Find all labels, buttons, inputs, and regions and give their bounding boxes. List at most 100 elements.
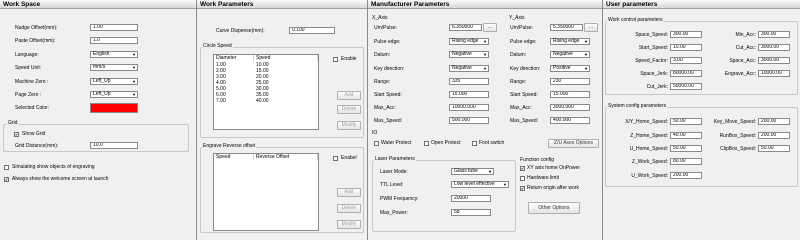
x-max-speed-input[interactable]: 500.000 (449, 117, 489, 124)
work-space-panel: Work Space Nudge Offset(mm): 1.00 Paste … (0, 0, 196, 240)
y-max-acc-input[interactable]: 3000.000 (550, 104, 590, 111)
y-datum-value: Negative (553, 51, 573, 57)
y-um-pulse-browse-button[interactable]: ... (584, 23, 598, 32)
work-control-title: Work control parameters (607, 17, 664, 23)
chevron-down-icon: ▼ (584, 52, 588, 57)
simulating-checkbox[interactable] (4, 165, 9, 170)
cut-acc-input[interactable]: 3000.00 (758, 44, 790, 51)
y-datum-label: Datum: (510, 52, 527, 58)
y-key-direction-select[interactable]: Positive ▼ (550, 65, 590, 72)
x-datum-value: Negative (452, 51, 472, 57)
work-parameters-panel: Work Parameters Curve Dispense(mm): 0.10… (197, 0, 367, 240)
pwm-frequency-input[interactable]: 20000 (451, 195, 491, 202)
engrave-enable-checkbox[interactable] (333, 156, 338, 161)
system-config-title: System config parameters (607, 103, 668, 109)
u-work-speed-input[interactable]: 200.00 (670, 172, 702, 179)
manufacturer-title: Manufacturer Parameters (368, 0, 602, 9)
x-key-direction-select[interactable]: Negative ▼ (449, 65, 489, 72)
open-protect-label: Open Protect (431, 140, 461, 146)
y-um-pulse-input[interactable]: 6.350000 (550, 24, 583, 31)
x-max-acc-label: Max_Acc: (374, 105, 396, 111)
ttl-level-value: Low level effective (454, 181, 495, 187)
runbox-speed-input[interactable]: 200.00 (758, 132, 790, 139)
x-datum-select[interactable]: Negative ▼ (449, 51, 489, 58)
xy-home-label: XY axis home OnPower (527, 165, 580, 171)
x-max-acc-input[interactable]: 10000.000 (449, 104, 489, 111)
engrave-add-button[interactable]: Add (337, 188, 361, 197)
y-start-speed-input[interactable]: 15.000 (550, 91, 590, 98)
engrave-reverse-table[interactable]: Speed Reverse Offset (213, 153, 319, 231)
paste-offset-label: Paste Offset(mm): (15, 38, 56, 44)
circle-speed-table[interactable]: Diameter Speed 1.00 10.00 2.00 15.00 3.00 2… (213, 54, 319, 130)
chevron-down-icon: ▼ (483, 66, 487, 71)
selected-color-label: Selected Color: (15, 105, 50, 111)
y-datum-select[interactable]: Negative ▼ (550, 51, 590, 58)
water-protect-checkbox[interactable] (374, 141, 379, 146)
space-speed-input[interactable]: 300.00 (670, 31, 702, 38)
clipbox-speed-input[interactable]: 50.00 (758, 145, 790, 152)
z-work-speed-input[interactable]: 80.00 (670, 158, 702, 165)
y-max-speed-input[interactable]: 400.000 (550, 117, 590, 124)
x-um-pulse-browse-button[interactable]: ... (483, 23, 497, 32)
y-pulse-edge-select[interactable]: Rising edge ▼ (550, 38, 590, 45)
x-um-pulse-input[interactable]: 6.350000 (449, 24, 482, 31)
xy-home-speed-input[interactable]: 50.00 (670, 118, 702, 125)
return-origin-checkbox[interactable]: ✔ (520, 186, 525, 191)
open-protect-checkbox[interactable] (424, 141, 429, 146)
foot-switch-checkbox[interactable] (472, 141, 477, 146)
engrave-modify-button[interactable]: Modify (337, 220, 361, 229)
language-select[interactable]: English ▼ (90, 51, 138, 58)
chevron-down-icon: ▼ (132, 52, 136, 57)
hardware-limit-checkbox[interactable] (520, 176, 525, 181)
chevron-down-icon: ▼ (503, 182, 507, 187)
runbox-speed-label: RunBox_Speed: (719, 133, 756, 139)
z-home-speed-input[interactable]: 40.00 (670, 132, 702, 139)
welcome-checkbox[interactable]: ✔ (4, 177, 9, 182)
page-zero-select[interactable]: Left_Up ▼ (90, 91, 138, 98)
chevron-down-icon: ▼ (483, 52, 487, 57)
other-options-button[interactable]: Other Options (528, 202, 580, 214)
space-jerk-input[interactable]: 80000.00 (670, 70, 702, 77)
speed-factor-input[interactable]: 3.00 (670, 57, 702, 64)
table-header[interactable]: Reverse Offset (254, 154, 318, 160)
min-acc-input[interactable]: 300.00 (758, 31, 790, 38)
laser-mode-select[interactable]: Glass tube ▼ (451, 168, 494, 175)
table-header[interactable]: Speed (254, 55, 318, 61)
cut-jerk-label: Cut_Jerk: (646, 84, 668, 90)
max-power-input[interactable]: 58 (451, 209, 491, 216)
cut-jerk-input[interactable]: 50000.00 (670, 83, 702, 90)
y-range-input[interactable]: 230 (550, 78, 590, 85)
paste-offset-input[interactable]: 1.0 (90, 37, 138, 44)
grid-distance-input[interactable]: 10.0 (90, 142, 138, 149)
engrave-acc-input[interactable]: 10000.00 (758, 70, 790, 77)
selected-color-swatch[interactable] (90, 103, 138, 113)
ttl-level-select[interactable]: Low level effective ▼ (451, 181, 509, 188)
curve-dispense-label: Curve Dispense(mm): (216, 28, 265, 34)
circle-add-button[interactable]: Add (337, 91, 361, 100)
x-range-input[interactable]: 335 (449, 78, 489, 85)
table-header[interactable]: Speed (214, 154, 254, 160)
circle-delete-button[interactable]: Delete (337, 105, 361, 114)
x-start-speed-input[interactable]: 15.000 (449, 91, 489, 98)
space-jerk-label: Space_Jerk: (640, 71, 668, 77)
u-home-speed-input[interactable]: 50.00 (670, 145, 702, 152)
y-key-direction-label: Key direction: (510, 66, 541, 72)
show-grid-checkbox[interactable]: ✔ (14, 132, 19, 137)
key-move-speed-input[interactable]: 200.00 (758, 118, 790, 125)
zu-axes-options-button[interactable]: Z/U Axes Options (548, 139, 599, 148)
start-speed-input[interactable]: 10.00 (670, 44, 702, 51)
table-header[interactable]: Diameter (214, 55, 254, 61)
chevron-down-icon: ▼ (483, 39, 487, 44)
curve-dispense-input[interactable]: 0.100 (289, 27, 335, 34)
circle-speed-enable-checkbox[interactable] (333, 57, 338, 62)
xy-home-checkbox[interactable]: ✔ (520, 166, 525, 171)
engrave-delete-button[interactable]: Delete (337, 204, 361, 213)
space-acc-input[interactable]: 3000.00 (758, 57, 790, 64)
machine-zero-select[interactable]: Left_Up ▼ (90, 78, 138, 85)
circle-modify-button[interactable]: Modify (337, 121, 361, 130)
x-pulse-edge-select[interactable]: Rising edge ▼ (449, 38, 489, 45)
simulating-label: Simulating show objects of engraving (12, 164, 95, 170)
machine-zero-label: Machine Zero : (15, 79, 49, 85)
speed-unit-select[interactable]: mm/s ▼ (90, 64, 138, 71)
nudge-offset-input[interactable]: 1.00 (90, 24, 138, 31)
